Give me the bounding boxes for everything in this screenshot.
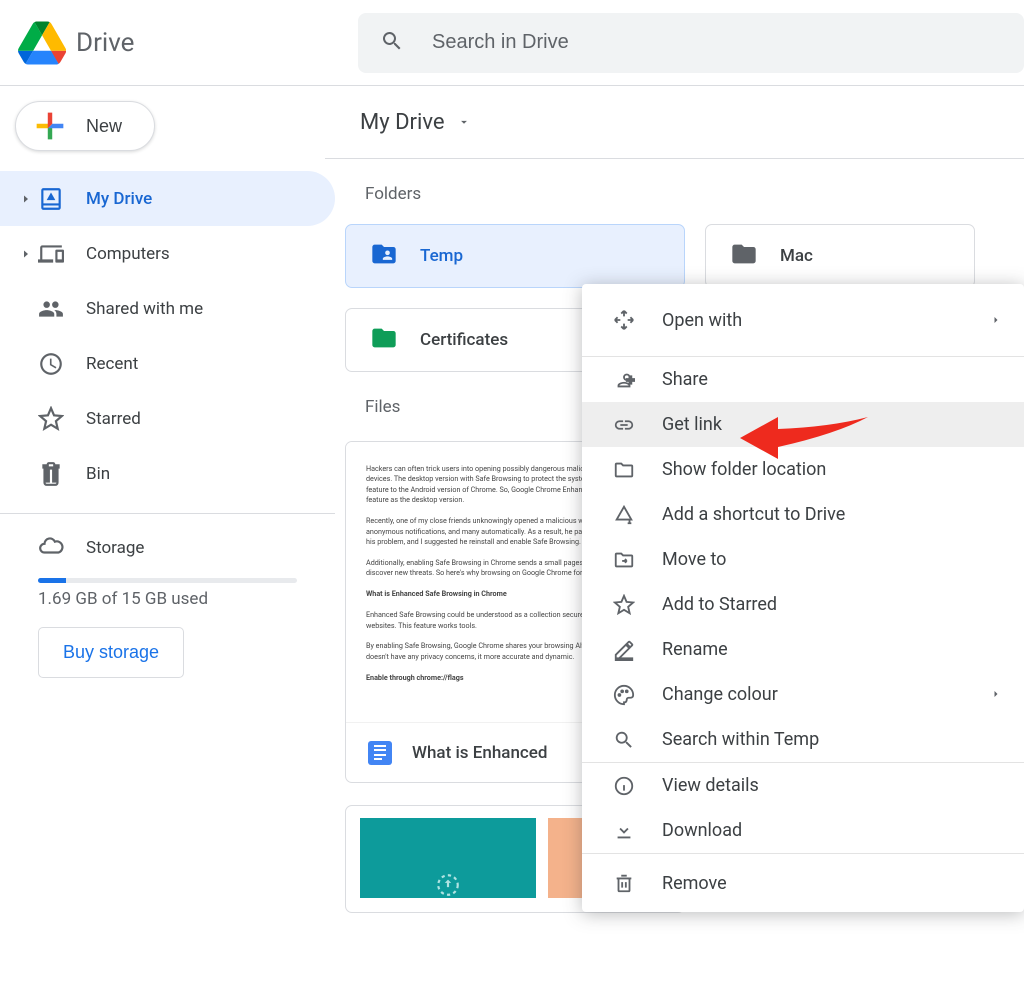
folder-icon xyxy=(730,240,758,272)
sidebar-item-label: Bin xyxy=(86,464,110,484)
menu-open-with[interactable]: Open with xyxy=(582,284,1024,356)
search-icon xyxy=(610,729,638,751)
menu-download[interactable]: Download xyxy=(582,808,1024,853)
folder-name: Mac xyxy=(780,246,813,266)
download-icon xyxy=(610,820,638,842)
new-label: New xyxy=(86,116,122,137)
header: Drive xyxy=(0,0,1024,85)
folders-section-label: Folders xyxy=(335,159,1024,224)
sidebar-item-label: Computers xyxy=(86,244,170,264)
cloud-icon xyxy=(38,533,64,564)
menu-change-colour[interactable]: Change colour xyxy=(582,672,1024,717)
star-outline-icon xyxy=(610,594,638,616)
menu-label: Download xyxy=(662,820,742,841)
menu-rename[interactable]: Rename xyxy=(582,627,1024,672)
menu-add-shortcut[interactable]: Add a shortcut to Drive xyxy=(582,492,1024,537)
menu-remove[interactable]: Remove xyxy=(582,854,1024,912)
rename-icon xyxy=(610,639,638,661)
sidebar-item-recent[interactable]: Recent xyxy=(0,336,335,391)
sidebar-item-label: My Drive xyxy=(86,189,152,209)
search-input[interactable] xyxy=(430,30,1002,55)
bin-icon xyxy=(38,461,64,487)
menu-label: Open with xyxy=(662,310,742,331)
star-icon xyxy=(38,406,64,432)
sidebar-item-label: Starred xyxy=(86,409,141,429)
menu-label: Move to xyxy=(662,549,726,570)
breadcrumb-label: My Drive xyxy=(360,110,445,135)
sidebar-item-label: Shared with me xyxy=(86,299,203,319)
folder-card-temp[interactable]: Temp xyxy=(345,224,685,288)
sidebar-item-my-drive[interactable]: My Drive xyxy=(0,171,335,226)
sidebar-item-starred[interactable]: Starred xyxy=(0,391,335,446)
recent-icon xyxy=(38,351,64,377)
breadcrumb[interactable]: My Drive xyxy=(335,100,1024,144)
drive-logo-icon xyxy=(18,21,66,65)
folder-card-mac[interactable]: Mac xyxy=(705,224,975,288)
new-button[interactable]: New xyxy=(15,101,155,151)
chevron-right-icon xyxy=(990,684,1002,705)
chevron-down-icon xyxy=(457,110,471,135)
logo-area[interactable]: Drive xyxy=(18,21,358,65)
trash-icon xyxy=(610,872,638,894)
menu-label: View details xyxy=(662,775,759,796)
folder-outline-icon xyxy=(610,459,638,481)
menu-view-details[interactable]: View details xyxy=(582,763,1024,808)
search-bar[interactable] xyxy=(358,13,1024,73)
docs-icon xyxy=(368,741,392,765)
sidebar: New My Drive Computers Shared with xyxy=(0,86,335,981)
menu-share[interactable]: Share xyxy=(582,357,1024,402)
menu-move-to[interactable]: Move to xyxy=(582,537,1024,582)
palette-icon xyxy=(610,684,638,706)
chevron-right-icon xyxy=(20,193,38,205)
sidebar-item-label: Recent xyxy=(86,354,138,374)
menu-label: Share xyxy=(662,369,708,390)
storage-used-text: 1.69 GB of 15 GB used xyxy=(38,589,297,609)
link-icon xyxy=(610,414,638,436)
file-name: What is Enhanced xyxy=(412,743,547,763)
computers-icon xyxy=(38,241,64,267)
folder-icon xyxy=(370,324,398,356)
folder-name: Certificates xyxy=(420,330,508,350)
menu-label: Remove xyxy=(662,873,727,894)
preview-thumbnail xyxy=(360,818,536,898)
menu-label: Get link xyxy=(662,414,722,435)
menu-show-location[interactable]: Show folder location xyxy=(582,447,1024,492)
sidebar-item-shared[interactable]: Shared with me xyxy=(0,281,335,336)
sidebar-item-computers[interactable]: Computers xyxy=(0,226,335,281)
shared-icon xyxy=(38,296,64,322)
folder-shared-icon xyxy=(370,240,398,272)
menu-label: Add a shortcut to Drive xyxy=(662,504,845,525)
folder-name: Temp xyxy=(420,246,463,266)
context-menu: Open with Share Get link Show folder loc… xyxy=(582,284,1024,912)
open-with-icon xyxy=(610,309,638,331)
sidebar-item-bin[interactable]: Bin xyxy=(0,446,335,501)
share-icon xyxy=(610,369,638,391)
move-to-icon xyxy=(610,549,638,571)
menu-get-link[interactable]: Get link xyxy=(582,402,1024,447)
chevron-right-icon xyxy=(20,248,38,260)
my-drive-icon xyxy=(38,186,64,212)
storage-bar xyxy=(38,578,297,583)
shortcut-icon xyxy=(610,504,638,526)
menu-label: Rename xyxy=(662,639,728,660)
sidebar-divider xyxy=(0,513,335,514)
storage-label: Storage xyxy=(86,538,144,558)
chevron-right-icon xyxy=(990,310,1002,331)
app-title: Drive xyxy=(76,28,134,58)
menu-label: Add to Starred xyxy=(662,594,777,615)
menu-label: Show folder location xyxy=(662,459,826,480)
menu-add-starred[interactable]: Add to Starred xyxy=(582,582,1024,627)
plus-icon xyxy=(30,106,70,146)
menu-search-within[interactable]: Search within Temp xyxy=(582,717,1024,762)
search-icon xyxy=(380,29,404,57)
sidebar-item-storage[interactable]: Storage xyxy=(0,528,335,568)
menu-label: Search within Temp xyxy=(662,729,819,750)
menu-label: Change colour xyxy=(662,684,778,705)
buy-storage-button[interactable]: Buy storage xyxy=(38,627,184,678)
info-icon xyxy=(610,775,638,797)
